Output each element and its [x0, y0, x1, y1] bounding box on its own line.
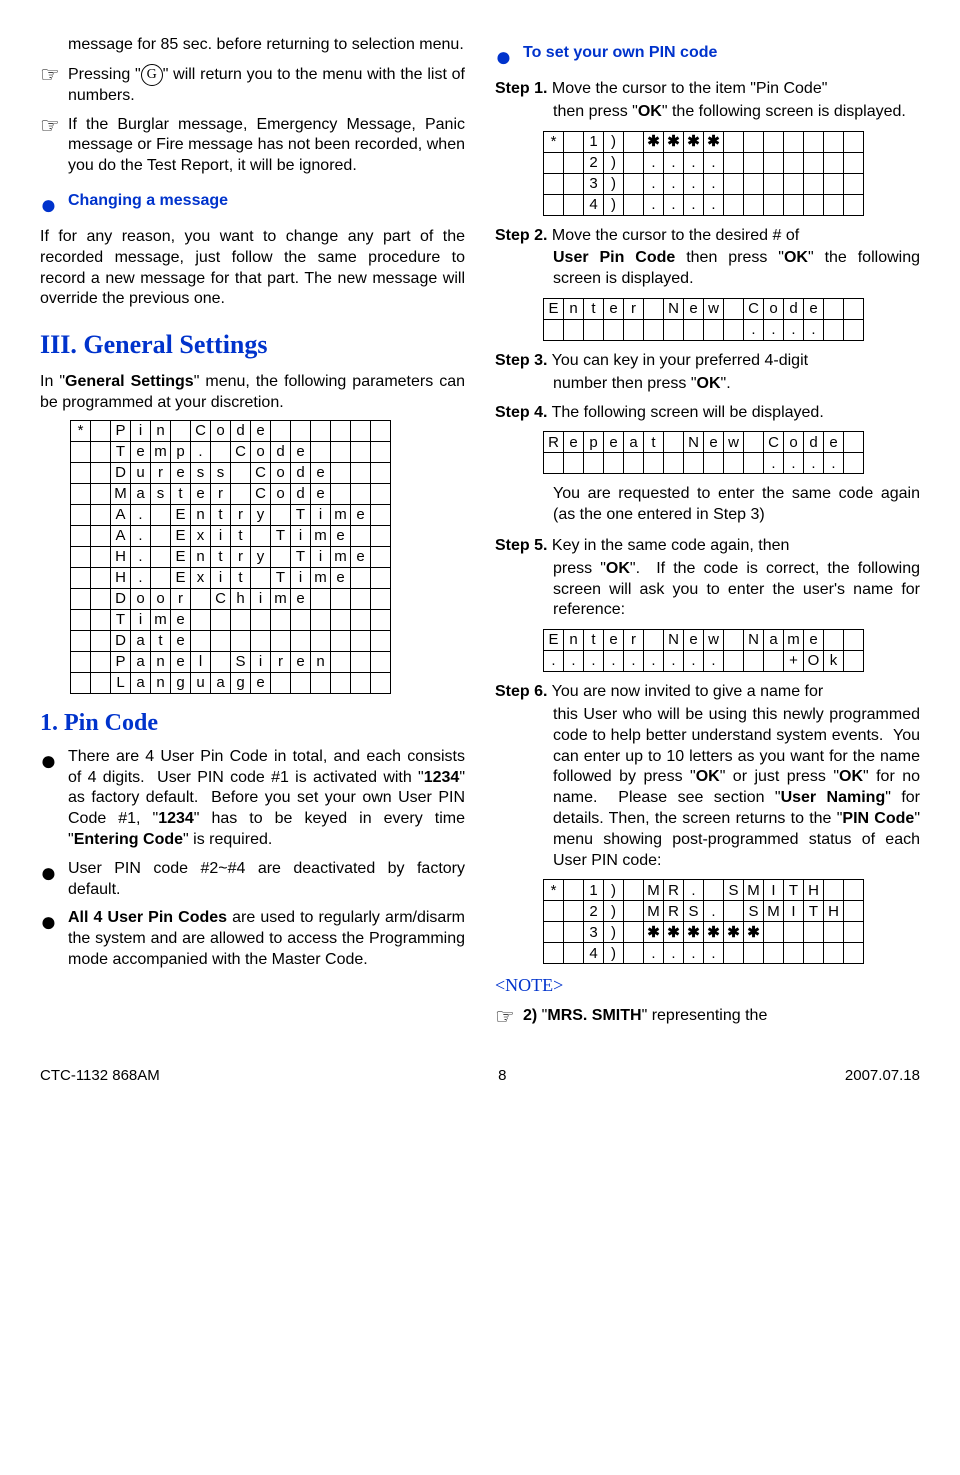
left-bullet-3: ☞ If the Burglar message, Emergency Mess…: [40, 115, 465, 177]
section-iii-title: III. General Settings: [40, 328, 465, 362]
pin-b1-text: There are 4 User Pin Code in total, and …: [68, 747, 465, 851]
step-1: Step 1. Move the cursor to the item "Pin…: [495, 79, 920, 123]
circle-g-icon: G: [141, 64, 163, 86]
step1-grid: *1)✱✱✱✱2)....3)....4)....: [543, 131, 864, 216]
left-p3: If the Burglar message, Emergency Messag…: [68, 115, 465, 177]
note-label: <NOTE>: [495, 974, 920, 997]
pin-b1: ● There are 4 User Pin Code in total, an…: [40, 747, 465, 851]
step6-grid: *1)MR.SMITH2)MRS.SMITH3)✱✱✱✱✱✱4)....: [543, 879, 864, 964]
note-body: 2) "MRS. SMITH" representing the: [523, 1006, 920, 1028]
left-column: message for 85 sec. before returning to …: [40, 35, 465, 1036]
disc-icon: ●: [40, 908, 68, 970]
disc-icon: ●: [40, 747, 68, 851]
pin-b3-text: All 4 User Pin Codes are used to regular…: [68, 908, 465, 970]
step-5: Step 5. Key in the same code again, then…: [495, 536, 920, 621]
left-bullet-2: ☞ Pressing "G" will return you to the me…: [40, 64, 465, 107]
step5-grid: EnterNewName.........+Ok: [543, 629, 864, 672]
gs-body: In "General Settings" menu, the followin…: [40, 372, 465, 414]
step-4: Step 4. The following screen will be dis…: [495, 403, 920, 424]
set-pin-title: To set your own PIN code: [523, 43, 920, 71]
left-p1: message for 85 sec. before returning to …: [68, 35, 465, 56]
set-pin-head: ● To set your own PIN code: [495, 43, 920, 71]
changing-msg-body: If for any reason, you want to change an…: [40, 227, 465, 310]
general-settings-grid: *PinCodeTemp.CodeDuressCodeMasterCodeA.E…: [70, 420, 391, 694]
hand-icon: ☞: [40, 115, 68, 177]
footer-right: 2007.07.18: [845, 1066, 920, 1086]
pin-b2: ● User PIN code #2~#4 are deactivated by…: [40, 859, 465, 901]
pin-b3: ● All 4 User Pin Codes are used to regul…: [40, 908, 465, 970]
note-body-row: ☞ 2) "MRS. SMITH" representing the: [495, 1006, 920, 1028]
left-p2: Pressing "G" will return you to the menu…: [68, 64, 465, 107]
changing-msg-head: ● Changing a message: [40, 191, 465, 219]
step-3: Step 3. You can key in your preferred 4-…: [495, 351, 920, 395]
hand-icon: ☞: [40, 64, 68, 107]
step-2: Step 2. Move the cursor to the desired #…: [495, 226, 920, 290]
footer-left: CTC-1132 868AM: [40, 1066, 160, 1086]
step2-grid: EnterNewCode....: [543, 298, 864, 341]
right-column: ● To set your own PIN code Step 1. Move …: [495, 35, 920, 1036]
pin-b2-text: User PIN code #2~#4 are deactivated by f…: [68, 859, 465, 901]
footer-center: 8: [498, 1066, 506, 1086]
pin-code-title: 1. Pin Code: [40, 708, 465, 739]
disc-icon: ●: [40, 859, 68, 901]
footer: CTC-1132 868AM 8 2007.07.18: [40, 1066, 920, 1086]
hand-icon: ☞: [495, 1006, 523, 1028]
changing-msg-title: Changing a message: [68, 191, 465, 219]
disc-icon: ●: [40, 191, 68, 219]
disc-icon: ●: [495, 43, 523, 71]
step-4c: You are requested to enter the same code…: [553, 484, 920, 526]
step-6: Step 6. You are now invited to give a na…: [495, 682, 920, 871]
step4-grid: RepeatNewCode....: [543, 431, 864, 474]
